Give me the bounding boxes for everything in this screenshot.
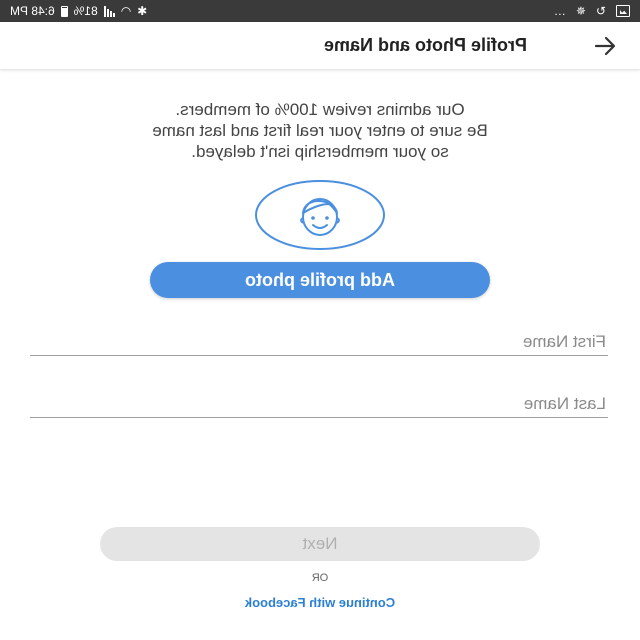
first-name-field[interactable] (30, 332, 608, 356)
gallery-notification-icon (616, 5, 630, 17)
face-icon (255, 180, 385, 250)
status-bar: ↻ ✵ … ✱ ◠ 81% 6:48 PM (0, 0, 640, 22)
fan-icon: ✵ (575, 4, 586, 18)
wifi-icon: ◠ (120, 4, 132, 18)
intro-line: Our admins review 100% of members. (175, 100, 465, 119)
bluetooth-icon: ✱ (137, 4, 148, 18)
last-name-field[interactable] (30, 394, 608, 418)
sync-icon: ↻ (595, 4, 606, 18)
add-profile-photo-button[interactable]: Add profile photo (150, 262, 490, 298)
intro-line: so your membership isn't delayed. (191, 142, 449, 161)
clock: 6:48 PM (10, 4, 55, 18)
battery-icon (60, 5, 68, 17)
intro-text: Our admins review 100% of members. Be su… (90, 99, 550, 162)
app-bar: Profile Photo and Name (0, 22, 640, 70)
status-bar-left: ↻ ✵ … (554, 4, 630, 18)
arrow-left-icon[interactable] (592, 34, 618, 58)
intro-line: Be sure to enter your real first and las… (152, 121, 488, 140)
status-bar-right: ✱ ◠ 81% 6:48 PM (10, 4, 147, 18)
next-button[interactable]: Next (100, 527, 540, 561)
overflow-notifications: … (553, 4, 566, 18)
page-title: Profile Photo and Name (323, 35, 527, 55)
signal-icon (103, 5, 115, 17)
screen: ↻ ✵ … ✱ ◠ 81% 6:48 PM Profile Photo and … (0, 0, 640, 640)
avatar-placeholder[interactable] (255, 180, 385, 250)
or-separator: OR (311, 572, 329, 584)
continue-with-facebook-link[interactable]: Continue with Facebook (170, 595, 470, 610)
battery-percent: 81% (73, 4, 98, 18)
